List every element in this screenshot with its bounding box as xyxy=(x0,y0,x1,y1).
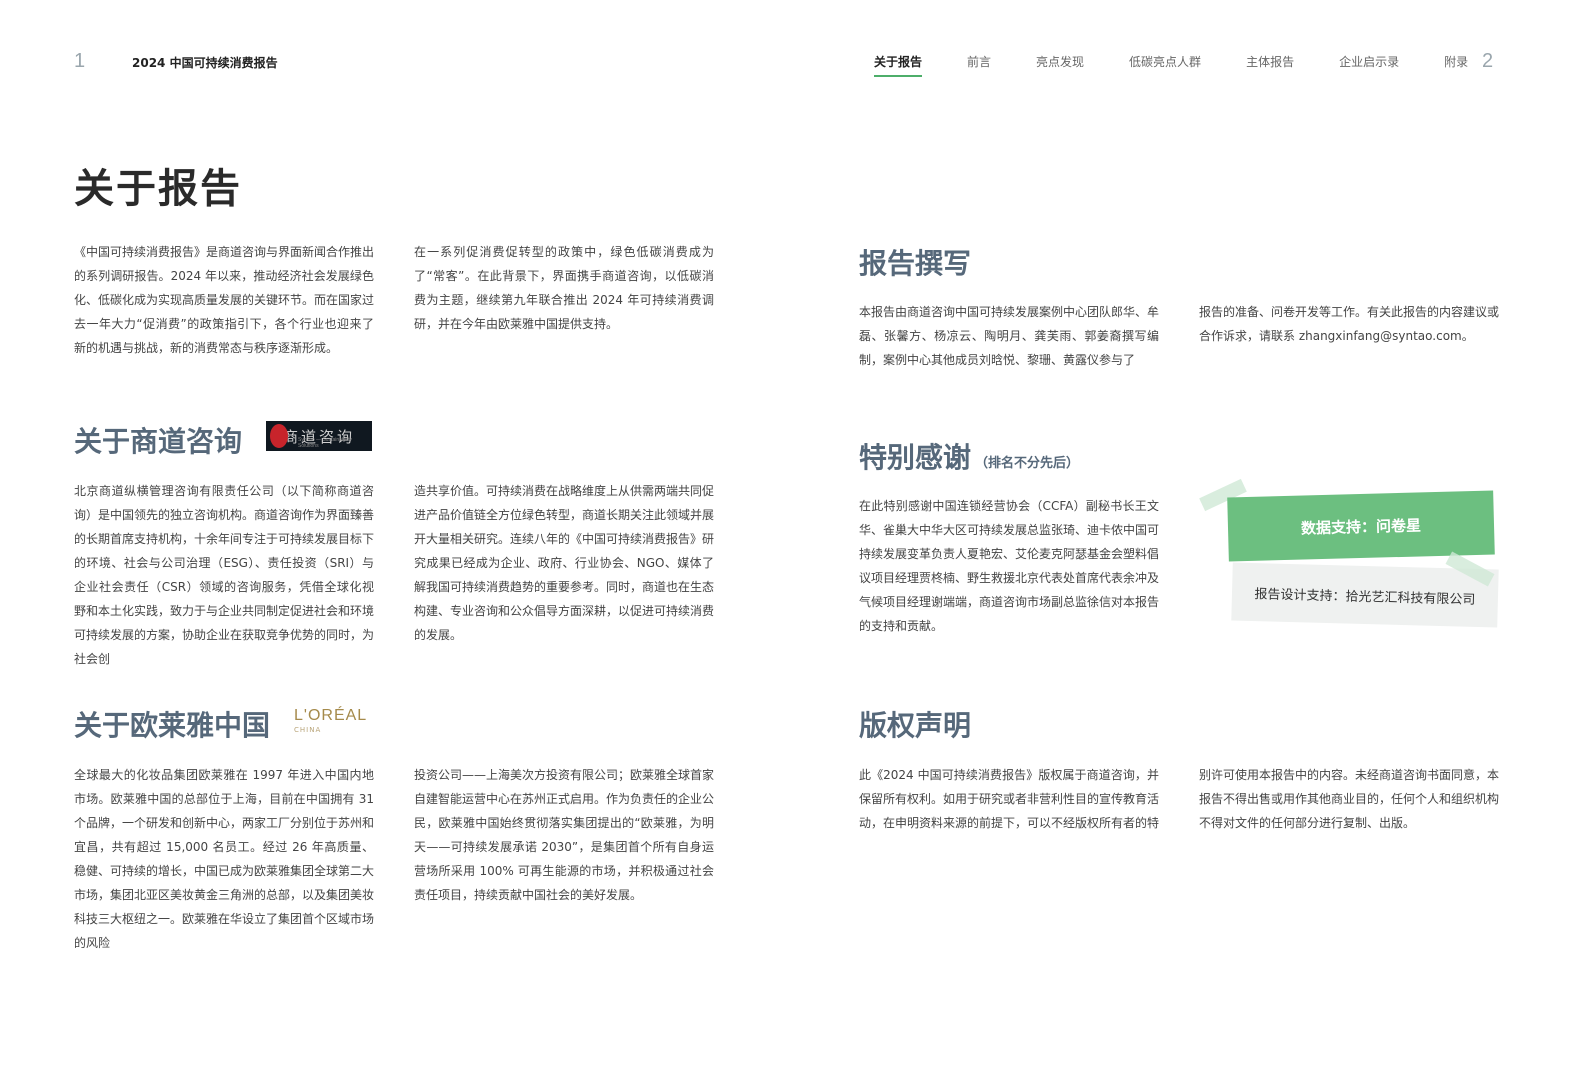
data-support-card: 数据支持：问卷星 xyxy=(1227,490,1495,562)
nav-item-about-report[interactable]: 关于报告 xyxy=(874,53,923,77)
data-support-label: 数据支持：问卷星 xyxy=(1300,515,1422,538)
syntao-paragraph-2: 造共享价值。可持续消费在战略维度上从供需两端共同促进产品价值链全方位绿色转型，商… xyxy=(414,484,715,642)
syntao-paragraph-1: 北京商道纵横管理咨询有限责任公司（以下简称商道咨询）是中国领先的独立咨询机构。商… xyxy=(74,484,375,666)
copyright-paragraph-1: 此《2024 中国可持续消费报告》版权属于商道咨询，并保留所有权利。如用于研究或… xyxy=(859,768,1160,830)
section-title-writing: 报告撰写 xyxy=(859,247,972,280)
nav-item-low-carbon-groups[interactable]: 低碳亮点人群 xyxy=(1129,53,1201,77)
section-title-syntao: 关于商道咨询 xyxy=(74,425,243,458)
about-paragraph-2: 在一系列促消费促转型的政策中，绿色低碳消费成为了“常客”。在此背景下，界面携手商… xyxy=(414,245,714,331)
nav-item-appendix[interactable]: 附录 xyxy=(1444,53,1468,77)
writing-paragraph-2: 报告的准备、问卷开发等工作。有关此报告的内容建议或合作诉求，请联系 zhangx… xyxy=(1199,305,1500,343)
thanks-paragraph: 在此特别感谢中国连锁经营协会（CCFA）副秘书长王文华、雀巢大中华大区可持续发展… xyxy=(859,499,1160,633)
nav-item-main-report[interactable]: 主体报告 xyxy=(1246,53,1294,77)
about-paragraph-1: 《中国可持续消费报告》是商道咨询与界面新闻合作推出的系列调研报告。2024 年以… xyxy=(74,245,375,355)
document-title: 2024 中国可持续消费报告 xyxy=(132,56,278,70)
page-number-right: 2 xyxy=(1482,50,1494,72)
syntao-logo: 商道咨询 SynTao — Sustainability Solutions xyxy=(266,421,372,451)
section-title-loreal: 关于欧莱雅中国 xyxy=(74,709,271,742)
thanks-title: 特别感谢 xyxy=(859,441,972,474)
page-title: 关于报告 xyxy=(74,166,242,212)
nav-item-enterprise-insights[interactable]: 企业启示录 xyxy=(1339,53,1399,77)
writing-paragraph-1: 本报告由商道咨询中国可持续发展案例中心团队郎华、牟磊、张馨方、杨凉云、陶明月、龚… xyxy=(859,305,1160,367)
thanks-note: （排名不分先后） xyxy=(975,456,1080,471)
copyright-paragraph-2: 别许可使用本报告中的内容。未经商道咨询书面同意，本报告不得出售或用作其他商业目的… xyxy=(1199,768,1500,830)
section-title-copyright: 版权声明 xyxy=(859,709,972,742)
loreal-paragraph-2: 投资公司——上海美次方投资有限公司；欧莱雅全球首家自建智能运营中心在苏州正式启用… xyxy=(414,768,715,902)
loreal-logo-sub: CHINA xyxy=(294,726,322,734)
syntao-logo-sub: SynTao — Sustainability Solutions xyxy=(298,437,352,449)
loreal-logo: L'ORÉAL CHINA xyxy=(294,707,368,737)
design-support-card: 报告设计支持：拾光艺汇科技有限公司 xyxy=(1231,562,1499,628)
top-nav: 关于报告 前言 亮点发现 低碳亮点人群 主体报告 企业启示录 附录 xyxy=(874,53,1468,77)
nav-item-foreword[interactable]: 前言 xyxy=(967,53,991,77)
loreal-logo-text: L'ORÉAL xyxy=(294,707,368,724)
section-title-thanks: 特别感谢 （排名不分先后） xyxy=(859,436,1079,476)
page-number-left: 1 xyxy=(74,50,86,72)
loreal-paragraph-1: 全球最大的化妆品集团欧莱雅在 1997 年进入中国内地市场。欧莱雅中国的总部位于… xyxy=(74,768,375,950)
nav-item-highlights[interactable]: 亮点发现 xyxy=(1036,53,1084,77)
design-support-label: 报告设计支持：拾光艺汇科技有限公司 xyxy=(1254,586,1476,608)
syntao-logo-mark xyxy=(270,424,288,448)
